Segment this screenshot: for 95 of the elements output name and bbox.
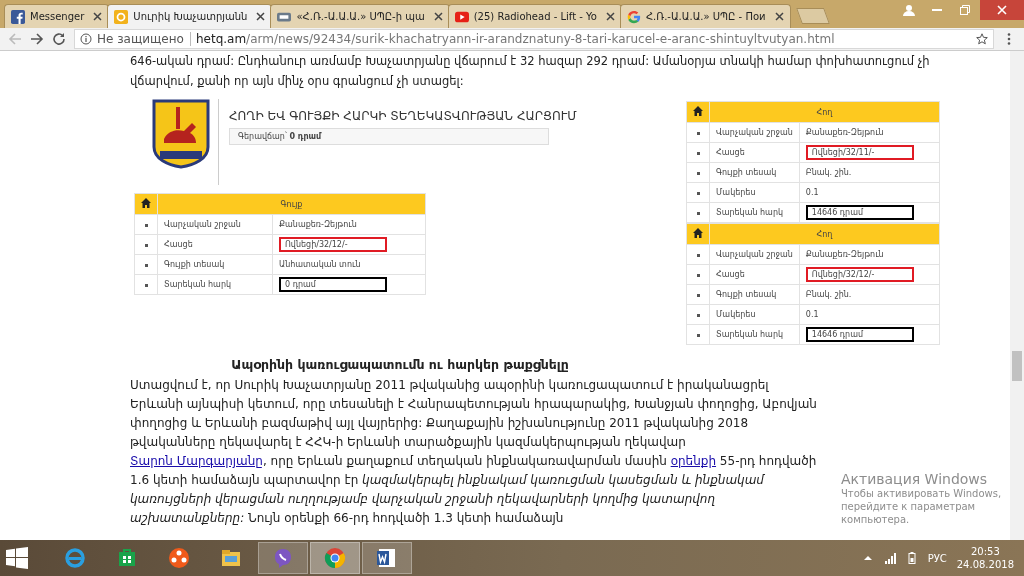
article-link[interactable]: օրենքի <box>670 454 717 468</box>
table-header: Հող <box>709 101 940 123</box>
bullet-icon <box>696 254 700 257</box>
bullet-icon <box>696 212 700 215</box>
close-icon[interactable] <box>256 12 266 21</box>
info-icon[interactable] <box>80 33 92 45</box>
table-cell: Հասցե <box>157 234 273 255</box>
language-indicator[interactable]: РУС <box>927 552 947 564</box>
table-cell: Բնակ. շին. <box>805 290 852 299</box>
highlighted-value: 0 դրամ <box>279 277 387 292</box>
bullet-icon <box>144 244 148 247</box>
table-cell: Տարեկան հարկ <box>157 274 273 295</box>
table-cell: Գույքի տեսակ <box>157 254 273 275</box>
close-icon <box>997 5 1007 15</box>
highlighted-value: Ովնեցի/32/11/- <box>805 145 914 160</box>
bullet-icon <box>144 264 148 267</box>
bullet-icon <box>696 192 700 195</box>
activation-text: Чтобы активировать Windows, перейдите к параметрам компьютера. <box>841 487 1003 526</box>
user-icon <box>903 4 915 16</box>
table-cell: Քանաքեռ-Զեյթուն <box>805 250 884 259</box>
highlighted-value: Ովնեցի/32/12/- <box>279 237 387 252</box>
shield-emblem-icon <box>152 99 210 169</box>
table-cell: Հասցե <box>709 264 800 285</box>
google-icon <box>626 9 641 24</box>
article-text: վճարվում, քանի որ այն մինչ օրս գրանցում չի ստացել: <box>130 73 465 90</box>
close-icon[interactable] <box>605 12 615 21</box>
forward-icon[interactable] <box>30 32 44 46</box>
facebook-icon <box>11 9 25 24</box>
chrome-icon <box>323 546 347 570</box>
highlighted-value: 14646 դրամ <box>805 327 914 342</box>
section-heading: Ապօրինի կառուցապատումն ու հարկեր թաքցնելը <box>230 357 570 372</box>
article-paragraph: Ստացվում է, որ Սուրիկ Խաչատրյանը 2011 թվականից ապօրինի կառուցապատում է իրականացրել Երևանի այնպիսի կետում, որը տեսանելի է Հանրապետության հրապարակից, Խանջյան փողոցից, Աբովյան փողոցից և Երևանի բազմաթիվ այլ վայրերից: Քաղաքային իշխանությունը 2011 թվականից 2018 թվականները ղեկավարել է ՀՀԿ-ի Երևանի տարածքային կազմակերպության ղեկավար Տարոն Մարգարյանը, որը Երևան քաղաքում տեղական ինքնակառավարման մասին օրենքի 55-րդ հոդվածի 1.6 կետի համաձայն պարտավոր էր կազմակերպել ինքնակամ կառուցման կասեցման և ինքնակամ կառույցների վերացման ուղղությամբ վարչական շրջանի ղեկավարների կողմից կատարվող աշխատանքները: Նույն օրենքի 66-րդ հոդվածի 1.3 կետի համաձայն <box>130 377 818 527</box>
table-cell: Հասցե <box>709 142 800 163</box>
home-icon[interactable] <box>141 198 151 208</box>
star-icon[interactable] <box>976 33 988 45</box>
bullet-icon <box>696 314 700 317</box>
table-cell: Անհատական տուն <box>279 260 361 269</box>
highlighted-value: Ովնեցի/32/12/- <box>805 267 914 282</box>
browser-e-icon <box>63 546 87 570</box>
table-cell: Մակերես <box>709 182 800 203</box>
restore-icon <box>960 5 970 15</box>
table-cell: Քանաքեռ-Զեյթուն <box>805 128 884 137</box>
table-cell: Տարեկան հարկ <box>709 324 800 345</box>
bullet-icon <box>696 152 700 155</box>
home-icon[interactable] <box>693 106 703 116</box>
security-label: Не защищено <box>97 32 191 46</box>
browser-tab[interactable]: Սուրիկ Խաչատրյանն <box>107 4 273 28</box>
article-text: 646-ական դրամ: Ընդհանուր առմամբ Խաչատրյանը վճարում է 32 հազար 292 դրամ: Ամանօրյա տնակի համար փոխհատուցում չի <box>130 53 931 70</box>
clock[interactable]: 20:53 24.08.2018 <box>956 545 1014 571</box>
table-cell: 0.1 <box>805 310 819 319</box>
signal-icon[interactable] <box>883 552 896 564</box>
table-cell: Մակերես <box>709 304 800 325</box>
bullet-icon <box>696 172 700 175</box>
close-icon[interactable] <box>774 12 784 21</box>
bullet-icon <box>696 274 700 277</box>
reload-icon[interactable] <box>52 32 66 46</box>
play-icon <box>454 9 469 24</box>
table-cell: Գույքի տեսակ <box>709 284 800 305</box>
article-link[interactable]: Տարոն Մարգարյանը <box>130 454 263 468</box>
table-header: Գույք <box>157 193 426 215</box>
close-icon[interactable] <box>433 12 443 21</box>
highlighted-value: 14646 դրամ <box>805 205 914 220</box>
browser-tab[interactable]: «Հ.Ռ.-Ա.Ա.Ա.» ՍՊԸ-ի պա <box>270 4 450 28</box>
activation-title: Активация Windows <box>841 471 989 487</box>
table-cell: Գույքի տեսակ <box>709 162 800 183</box>
home-icon[interactable] <box>693 228 703 238</box>
minimize-icon <box>932 9 942 11</box>
film-reel-icon <box>167 546 191 570</box>
bullet-icon <box>696 294 700 297</box>
browser-tab[interactable]: (25) Radiohead - Lift - Yo <box>447 4 622 28</box>
scrollbar[interactable] <box>1010 51 1024 540</box>
table-cell: Վարչական շրջան <box>709 244 800 265</box>
windows-start-icon[interactable] <box>6 547 28 569</box>
battery-icon[interactable] <box>905 552 918 564</box>
table-cell: Բնակ. շին. <box>805 168 852 177</box>
ring-logo-icon <box>114 9 129 24</box>
taskbar-app[interactable] <box>362 542 412 574</box>
close-icon[interactable] <box>93 12 103 21</box>
url-text: hetq.am/arm/news/92434/surik-khachatryann-ir-arandznatuny-8-tari-karucel-e-aranc-shintuyltvutyan.html <box>195 32 835 46</box>
figure-title: ՀՈՂԻ ԵՎ ԳՈՒՅՔԻ ՀԱՐԿԻ ՏԵՂԵԿԱՏՎՈՒԹՅԱՆ ՀԱՐՑՈՒՄ <box>229 108 577 125</box>
table-cell: Տարեկան հարկ <box>709 202 800 223</box>
table-cell: Վարչական շրջան <box>709 122 800 143</box>
close-button[interactable] <box>980 0 1024 20</box>
address-bar[interactable]: Не защищено hetq.am/arm/news/92434/surik-khachatryann-ir-arandznatuny-8-tari-karucel-e-aranc-shintuyltvutyan.html <box>74 29 994 49</box>
table-cell: 0.1 <box>805 188 819 197</box>
bullet-icon <box>144 224 148 227</box>
table-cell: Վարչական շրջան <box>157 214 273 235</box>
browser-tab[interactable]: Messenger <box>4 4 110 28</box>
overpayment-text: Գերավճար՝ 0 դրամ <box>229 128 549 145</box>
table-header: Հող <box>709 223 940 245</box>
bullet-icon <box>696 334 700 337</box>
browser-tab[interactable]: Հ.Ռ.-Ա.Ա.Ա.» ՍՊԸ - Пои <box>619 4 791 28</box>
bullet-icon <box>144 284 148 287</box>
table-cell: Քանաքեռ-Զեյթուն <box>279 220 357 229</box>
bullet-icon <box>696 132 700 135</box>
